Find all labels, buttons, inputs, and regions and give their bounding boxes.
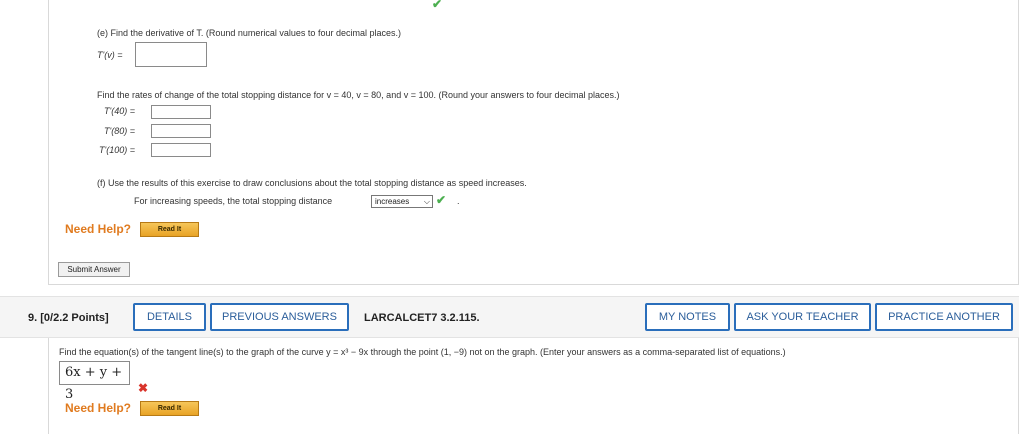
- select-correct-check-icon: ✔: [436, 193, 447, 207]
- rate-label-100: T'(100) =: [99, 145, 135, 155]
- conclusion-sentence: For increasing speeds, the total stoppin…: [134, 196, 333, 206]
- part-e-instruction: (e) Find the derivative of T. (Round num…: [97, 28, 401, 38]
- rate-label-80: T'(80) =: [104, 126, 135, 136]
- practice-another-button[interactable]: PRACTICE ANOTHER: [875, 303, 1013, 331]
- question-points: [0/2.2 Points]: [40, 312, 109, 324]
- question-9-prompt: Find the equation(s) of the tangent line…: [59, 347, 786, 357]
- read-it-button[interactable]: Read It: [140, 222, 199, 237]
- read-it-button-2[interactable]: Read It: [140, 401, 199, 416]
- details-button[interactable]: DETAILS: [133, 303, 206, 331]
- question-reference: LARCALCET7 3.2.115.: [364, 312, 480, 324]
- correct-check-icon: ✔: [432, 0, 443, 11]
- rate-input-80[interactable]: [151, 124, 211, 138]
- question-9-title: 9. [0/2.2 Points]: [28, 312, 109, 324]
- sentence-period: .: [457, 196, 460, 206]
- need-help-label-2: Need Help?: [65, 401, 132, 415]
- derivative-input[interactable]: [135, 42, 207, 67]
- chevron-down-icon: ⌵: [423, 197, 430, 206]
- question-number: 9.: [28, 312, 38, 324]
- rates-instruction: Find the rates of change of the total st…: [97, 90, 620, 100]
- my-notes-button[interactable]: MY NOTES: [645, 303, 730, 331]
- rate-label-40: T'(40) =: [104, 106, 135, 116]
- ask-your-teacher-button[interactable]: ASK YOUR TEACHER: [734, 303, 871, 331]
- derivative-label: T'(v) =: [97, 50, 123, 60]
- submit-answer-button[interactable]: Submit Answer: [58, 262, 130, 277]
- previous-answers-button[interactable]: PREVIOUS ANSWERS: [210, 303, 349, 331]
- conclusion-select-value: increases: [375, 197, 410, 206]
- rate-input-100[interactable]: [151, 143, 211, 157]
- incorrect-x-icon: ✖: [138, 381, 149, 395]
- need-help-label: Need Help?: [65, 222, 132, 236]
- part-f-instruction: (f) Use the results of this exercise to …: [97, 178, 527, 188]
- rate-input-40[interactable]: [151, 105, 211, 119]
- conclusion-select[interactable]: increases ⌵: [371, 195, 433, 208]
- tangent-answer-input[interactable]: 6x + y + 3: [59, 361, 130, 402]
